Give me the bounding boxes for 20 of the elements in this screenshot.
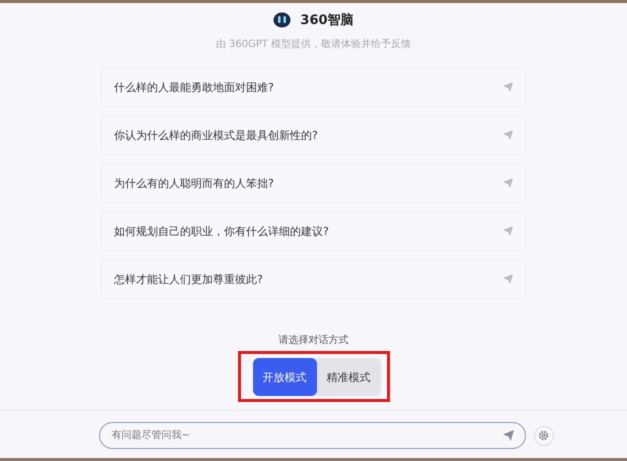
suggestion-card[interactable]: 如何规划自己的职业，你有什么详细的建议?: [101, 211, 526, 251]
robot-logo-icon: [273, 12, 292, 28]
send-icon: [503, 82, 513, 92]
send-icon: [503, 178, 513, 188]
mode-prompt: 请选择对话方式: [278, 334, 348, 347]
app-title: 360智脑: [300, 12, 354, 29]
mode-tab[interactable]: 精准模式: [316, 358, 380, 396]
suggestion-card[interactable]: 为什么有的人聪明而有的人笨拙?: [101, 163, 526, 203]
send-icon: [502, 430, 514, 441]
suggestion-card[interactable]: 怎样才能让人们更加尊重彼此?: [101, 259, 526, 299]
settings-button[interactable]: [534, 426, 554, 446]
send-icon: [503, 226, 513, 236]
suggestion-card[interactable]: 你认为什么样的商业模式是最具创新性的?: [101, 115, 526, 155]
settings-icon: [538, 430, 549, 441]
send-icon: [503, 274, 513, 284]
suggestion-card[interactable]: 什么样的人最能勇敢地面对困难?: [101, 67, 526, 107]
send-icon: [503, 130, 513, 140]
question-input-field[interactable]: 有问题尽管问我~: [98, 422, 526, 449]
app-subtitle: 由 360GPT 模型提供，敬请体验并给予反馈: [216, 38, 412, 51]
mode-tab[interactable]: 开放模式: [252, 358, 316, 396]
